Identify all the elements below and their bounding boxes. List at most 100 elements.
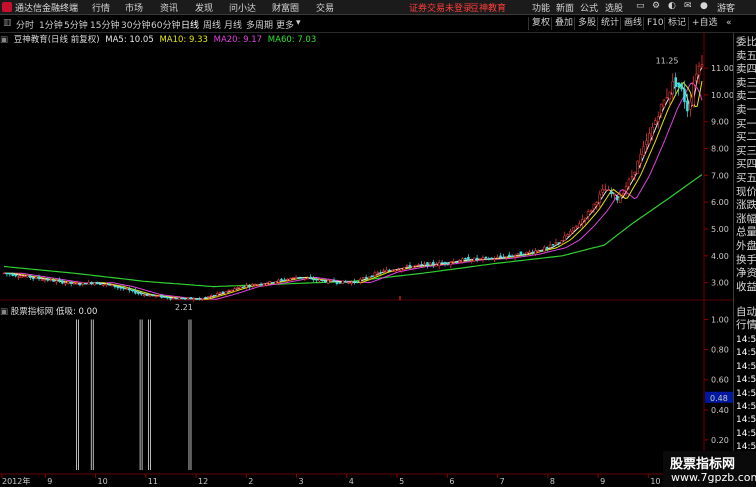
indicator-legend: ▣ 股票指标网 低吸: 0.00 bbox=[0, 305, 97, 317]
candle-body bbox=[502, 256, 505, 259]
side-label: 净资 bbox=[736, 267, 756, 280]
indicator-toggle-icon[interactable]: ▣ bbox=[0, 307, 8, 317]
candle-body bbox=[55, 280, 58, 283]
candle-body bbox=[578, 223, 581, 228]
side-label: 外盘 bbox=[736, 240, 756, 252]
candle-body bbox=[651, 126, 654, 137]
candle-body bbox=[157, 295, 161, 297]
candle-body bbox=[598, 193, 602, 203]
candle-body bbox=[391, 270, 394, 272]
candle-body bbox=[656, 116, 660, 122]
candle-body bbox=[686, 100, 689, 112]
y-tick-label: 8.00 bbox=[711, 145, 729, 154]
lower-y-tick-label: 1.00 bbox=[711, 316, 729, 325]
candle-body bbox=[440, 262, 444, 264]
x-tick-label: 2012年 bbox=[2, 476, 30, 486]
candle-body bbox=[505, 256, 508, 258]
candle-body bbox=[668, 91, 672, 100]
candle-body bbox=[554, 242, 558, 245]
candle-body bbox=[142, 294, 146, 297]
y-tick-label: 9.00 bbox=[711, 118, 729, 127]
candle-body bbox=[52, 279, 55, 282]
candle-body bbox=[630, 176, 634, 178]
candle-body bbox=[5, 272, 9, 275]
candle-body bbox=[67, 281, 70, 284]
candle-body bbox=[268, 281, 272, 284]
tick-time: 14:50 bbox=[736, 335, 756, 345]
candle-body bbox=[379, 272, 382, 274]
candle-body bbox=[557, 242, 561, 244]
candle-body bbox=[367, 276, 371, 279]
quote-label[interactable]: 行情 bbox=[736, 319, 756, 332]
candle-body bbox=[426, 262, 429, 267]
candle-body bbox=[75, 282, 79, 285]
candle-body bbox=[648, 133, 651, 144]
x-tick-label: 12 bbox=[198, 477, 208, 486]
kline-chart[interactable]: 11.25 2.21 3.00 4.00 5.00 6.00 7.00 8.00 9.00 10… bbox=[0, 0, 733, 487]
candle-body bbox=[645, 140, 648, 145]
candle-body bbox=[359, 278, 362, 283]
candle-body bbox=[470, 260, 473, 262]
candle-body bbox=[309, 276, 312, 279]
x-tick-label: 6 bbox=[449, 477, 454, 486]
candle-body bbox=[253, 284, 257, 287]
candle-body bbox=[551, 244, 555, 246]
candle-body bbox=[388, 269, 391, 272]
candle-body bbox=[572, 227, 575, 231]
x-tick-label: 3 bbox=[299, 477, 304, 486]
candle-body bbox=[537, 250, 540, 253]
lower-y-tick-label: 0.80 bbox=[711, 346, 729, 355]
candle-body bbox=[548, 244, 552, 248]
candle-body bbox=[107, 283, 111, 286]
candle-body bbox=[519, 251, 523, 256]
candle-body bbox=[224, 291, 228, 295]
side-label: 买一 bbox=[736, 117, 756, 130]
candle-body bbox=[397, 269, 400, 271]
candle-body bbox=[43, 279, 47, 282]
candle-body bbox=[694, 73, 698, 81]
candle-body bbox=[446, 262, 450, 265]
candle-body bbox=[522, 254, 526, 256]
candle-body bbox=[627, 178, 631, 187]
candle-body bbox=[677, 82, 680, 88]
side-label: 卖五 bbox=[736, 49, 756, 62]
candle-body bbox=[192, 298, 196, 301]
ma20-line bbox=[4, 82, 703, 300]
candle-body bbox=[163, 296, 166, 298]
indicator-value: 低吸: 0.00 bbox=[55, 307, 98, 317]
candle-body bbox=[78, 283, 82, 286]
candle-body bbox=[119, 287, 123, 289]
candle-body bbox=[8, 273, 12, 275]
tick-time: 14:50 bbox=[736, 428, 756, 439]
candle-body bbox=[207, 296, 210, 298]
candle-body bbox=[291, 277, 295, 279]
candle-body bbox=[34, 276, 38, 279]
tick-time: 14:50 bbox=[736, 361, 756, 372]
candle-body bbox=[288, 278, 292, 281]
ma5-line bbox=[4, 67, 703, 300]
candle-body bbox=[607, 189, 610, 191]
candle-body bbox=[17, 276, 20, 278]
x-tick-label: 8 bbox=[550, 477, 555, 486]
candle-body bbox=[449, 262, 453, 266]
watermark-title: 股票指标网 bbox=[670, 457, 736, 472]
candle-body bbox=[353, 281, 356, 283]
y-tick-label: 7.00 bbox=[711, 171, 729, 180]
candle-body bbox=[186, 297, 190, 299]
y-tick-label: 11.00 bbox=[711, 64, 733, 73]
candle-body bbox=[604, 189, 607, 191]
candle-body bbox=[90, 281, 93, 285]
y-tick-label: 5.00 bbox=[711, 225, 729, 234]
auto-label[interactable]: 自动 bbox=[736, 306, 756, 319]
candle-body bbox=[516, 253, 520, 256]
candle-body bbox=[31, 277, 35, 280]
candle-body bbox=[595, 202, 599, 206]
candle-body bbox=[581, 219, 584, 224]
side-label: 换手 bbox=[736, 253, 756, 266]
candle-body bbox=[496, 256, 499, 259]
y-tick-label: 3.00 bbox=[711, 279, 729, 288]
current-value-label: 0.48 bbox=[710, 394, 728, 403]
candle-body bbox=[46, 278, 50, 281]
candle-body bbox=[589, 210, 593, 212]
candle-body bbox=[213, 294, 216, 297]
